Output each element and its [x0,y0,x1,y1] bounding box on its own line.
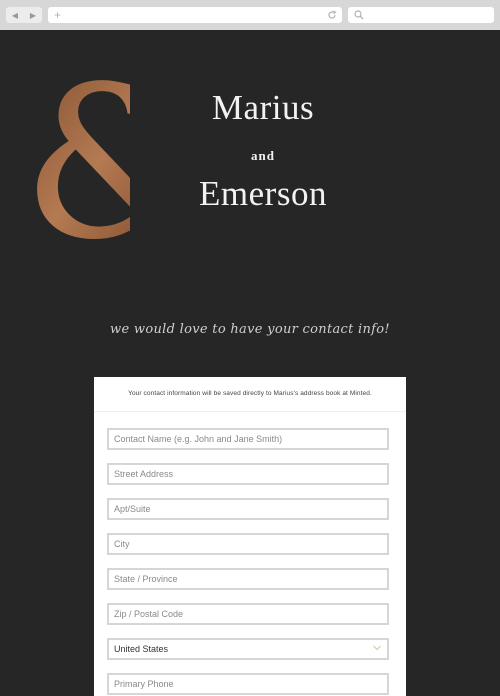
country-value: United States [114,644,169,654]
address-bar[interactable]: + [48,7,342,23]
contact-form: Your contact information will be saved d… [94,377,406,696]
chevron-down-icon [373,645,381,651]
search-icon [354,10,364,20]
apt-suite-input[interactable]: Apt/Suite [107,498,389,520]
nav-buttons: ◀ ▶ [6,7,42,23]
state-province-input[interactable]: State / Province [107,568,389,590]
search-bar[interactable] [348,7,494,23]
forward-arrow-icon[interactable]: ▶ [30,11,36,20]
ampersand-logo: & [22,58,130,248]
street-address-input[interactable]: Street Address [107,463,389,485]
ampersand-glyph: & [22,58,130,248]
name-second: Emerson [199,174,327,213]
contact-name-input[interactable]: Contact Name (e.g. John and Jane Smith) [107,428,389,450]
country-select[interactable]: United States [107,638,389,660]
tagline: we would love to have your contact info! [110,322,390,337]
name-first: Marius [211,88,315,127]
refresh-icon[interactable] [327,10,337,20]
invitation-page: & Marius and Emerson we would love to ha… [0,30,500,696]
primary-phone-input[interactable]: Primary Phone [107,673,389,695]
plus-icon[interactable]: + [54,7,61,23]
and-text: and [251,148,275,163]
city-input[interactable]: City [107,533,389,555]
browser-toolbar: ◀ ▶ + [0,0,500,30]
back-arrow-icon[interactable]: ◀ [12,11,18,20]
form-note: Your contact information will be saved d… [94,377,406,412]
zip-postal-input[interactable]: Zip / Postal Code [107,603,389,625]
